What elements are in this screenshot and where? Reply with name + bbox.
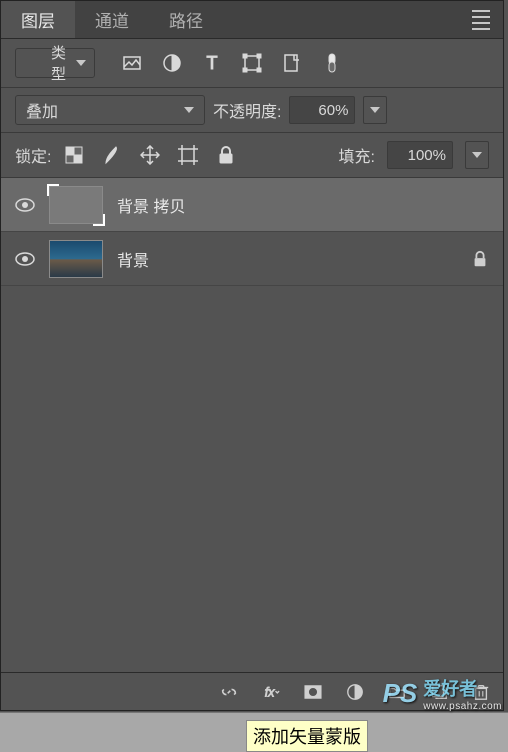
opacity-value: 60% [318,102,348,119]
layer-thumbnail[interactable] [49,186,103,224]
type-filter-icon[interactable]: T [201,52,223,74]
chevron-down-icon [184,107,194,113]
pixel-filter-icon[interactable] [121,52,143,74]
tab-layers[interactable]: 图层 [1,1,75,38]
watermark-text: 爱好者 [423,675,502,701]
opacity-input[interactable]: 60% [289,96,355,124]
layer-row[interactable]: 背景 拷贝 [1,178,503,232]
shape-filter-icon[interactable] [241,52,263,74]
blend-mode-row: 叠加 不透明度: 60% [1,88,503,132]
chevron-down-icon [472,152,482,158]
add-adjustment-icon[interactable] [345,682,365,702]
panel-tabs: 图层 通道 路径 [1,1,503,39]
opacity-label: 不透明度: [213,98,281,122]
visibility-toggle[interactable] [15,195,35,215]
watermark-url: www.psahz.com [423,701,502,712]
lock-all-icon[interactable] [215,144,237,166]
lock-artboard-icon[interactable] [177,144,199,166]
link-layers-icon[interactable] [219,682,239,702]
search-icon [26,56,41,71]
blend-mode-value: 叠加 [26,98,58,122]
fill-value: 100% [408,147,446,164]
svg-text:T: T [207,53,218,73]
fill-label: 填充: [339,143,375,167]
opacity-stepper[interactable] [363,96,387,124]
lock-pixels-icon[interactable] [101,144,123,166]
filter-icons-group: T [121,52,343,74]
blend-mode-dropdown[interactable]: 叠加 [15,95,205,125]
chevron-down-icon [370,107,380,113]
visibility-toggle[interactable] [15,249,35,269]
layer-style-icon[interactable]: fx [261,682,281,702]
tooltip: 添加矢量蒙版 [246,720,368,752]
layer-thumbnail[interactable] [49,240,103,278]
lock-icons-group [63,144,237,166]
adjustment-filter-icon[interactable] [161,52,183,74]
layer-name[interactable]: 背景 [117,247,457,271]
smartobject-filter-icon[interactable] [281,52,303,74]
hamburger-icon [472,10,490,30]
watermark: PS 爱好者 www.psahz.com [383,675,502,712]
fill-stepper[interactable] [465,141,489,169]
layer-row[interactable]: 背景 [1,232,503,286]
svg-text:fx: fx [265,685,275,699]
filter-type-dropdown[interactable]: 类型 [15,48,95,78]
fill-input[interactable]: 100% [387,141,453,169]
layer-filter-row: 类型 T [1,39,503,87]
watermark-brand: PS [383,678,418,709]
tab-paths[interactable]: 路径 [149,1,223,38]
layer-name[interactable]: 背景 拷贝 [117,193,489,217]
lock-position-icon[interactable] [139,144,161,166]
lock-transparency-icon[interactable] [63,144,85,166]
add-mask-icon[interactable] [303,682,323,702]
chevron-down-icon [76,60,86,66]
tab-channels[interactable]: 通道 [75,1,149,38]
lock-label: 锁定: [15,143,51,167]
lock-icon [471,250,489,268]
filter-toggle-icon[interactable] [321,52,343,74]
layers-list: 背景 拷贝 背景 [1,178,503,672]
layers-panel: 图层 通道 路径 类型 T 叠加 不透明度: 60% [0,0,504,711]
filter-type-label: 类型 [51,42,66,84]
lock-row: 锁定: 填充: 100% [1,133,503,177]
panel-menu-button[interactable] [459,1,503,38]
